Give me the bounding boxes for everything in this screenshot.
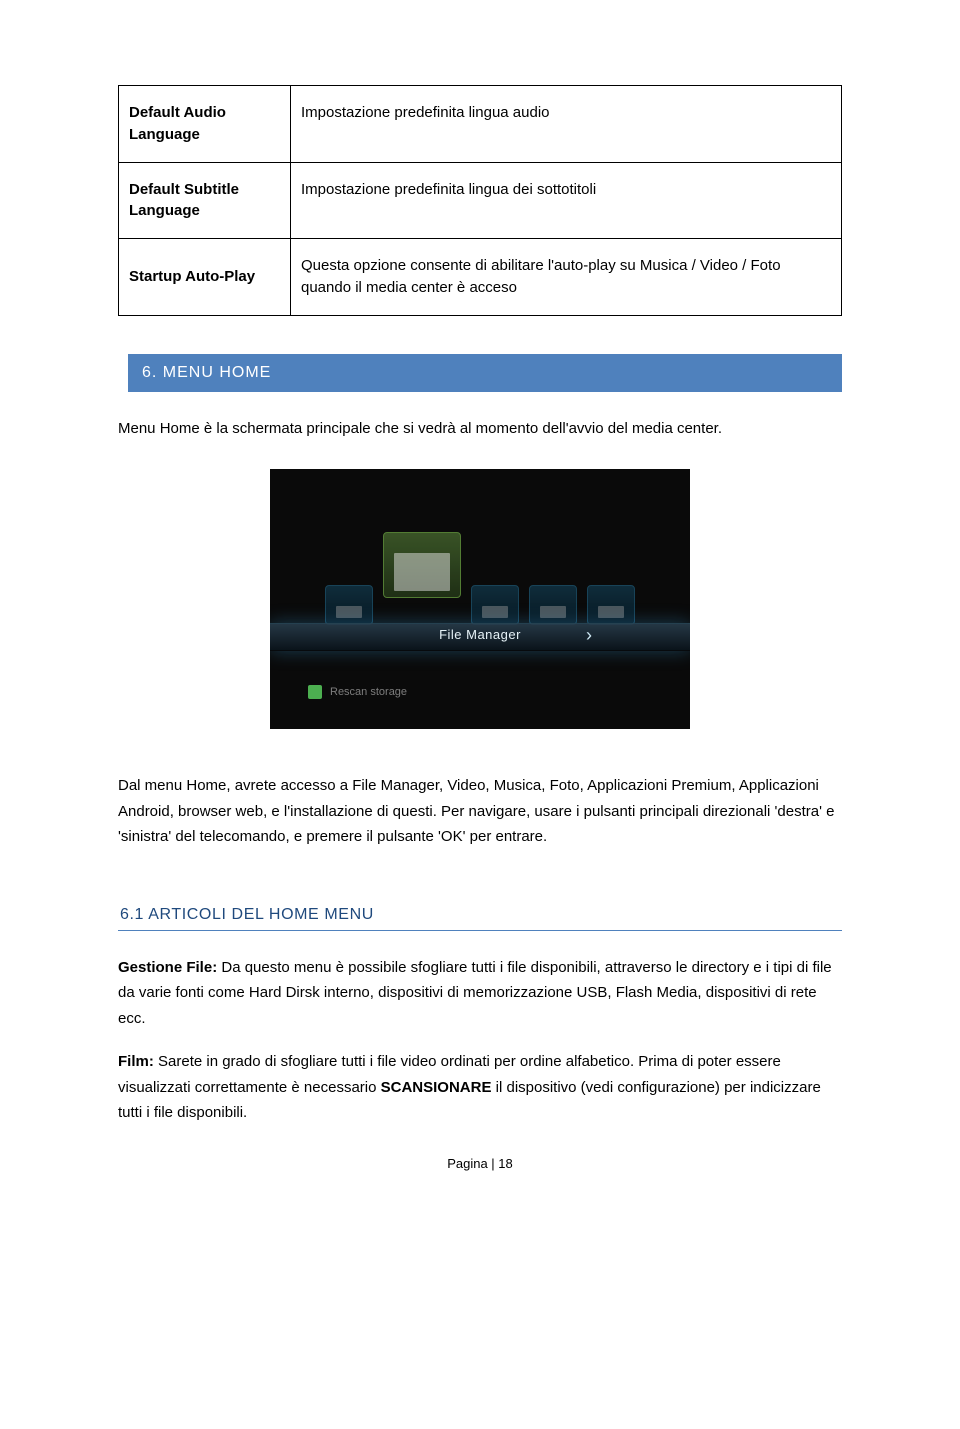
page-footer: Pagina | 18 <box>118 1156 842 1171</box>
setting-desc: Impostazione predefinita lingua dei sott… <box>291 162 842 239</box>
table-row: Default Audio Language Impostazione pred… <box>119 86 842 163</box>
menu-selected-label: File Manager <box>270 627 690 642</box>
menu-tile-icon <box>587 585 635 625</box>
scansionare-label: SCANSIONARE <box>381 1079 492 1096</box>
gestione-file-label: Gestione File: <box>118 959 217 976</box>
section-heading-articoli: 6.1 ARTICOLI DEL HOME MENU <box>118 900 842 931</box>
rescan-storage: Rescan storage <box>308 685 407 699</box>
menu-tile-icon <box>325 585 373 625</box>
intro-text: Menu Home è la schermata principale che … <box>118 416 842 442</box>
home-menu-description: Dal menu Home, avrete accesso a File Man… <box>118 773 842 850</box>
menu-tile-icon-selected <box>383 532 461 598</box>
home-menu-screenshot: File Manager › Rescan storage <box>270 469 690 729</box>
table-row: Startup Auto-Play Questa opzione consent… <box>119 239 842 316</box>
setting-desc: Questa opzione consente di abilitare l'a… <box>291 239 842 316</box>
setting-label: Default Audio Language <box>119 86 291 163</box>
settings-table: Default Audio Language Impostazione pred… <box>118 85 842 316</box>
menu-tile-icon <box>471 585 519 625</box>
setting-desc: Impostazione predefinita lingua audio <box>291 86 842 163</box>
gestione-file-paragraph: Gestione File: Da questo menu è possibil… <box>118 955 842 1032</box>
chevron-right-icon: › <box>586 625 592 646</box>
setting-label: Default Subtitle Language <box>119 162 291 239</box>
setting-label: Startup Auto-Play <box>119 239 291 316</box>
menu-tile-icon <box>529 585 577 625</box>
rescan-label: Rescan storage <box>330 686 407 698</box>
film-label: Film: <box>118 1053 154 1070</box>
film-paragraph: Film: Sarete in grado di sfogliare tutti… <box>118 1049 842 1126</box>
table-row: Default Subtitle Language Impostazione p… <box>119 162 842 239</box>
gestione-file-text: Da questo menu è possibile sfogliare tut… <box>118 959 832 1027</box>
section-heading-menu-home: 6. MENU HOME <box>118 354 842 392</box>
rescan-indicator-icon <box>308 685 322 699</box>
